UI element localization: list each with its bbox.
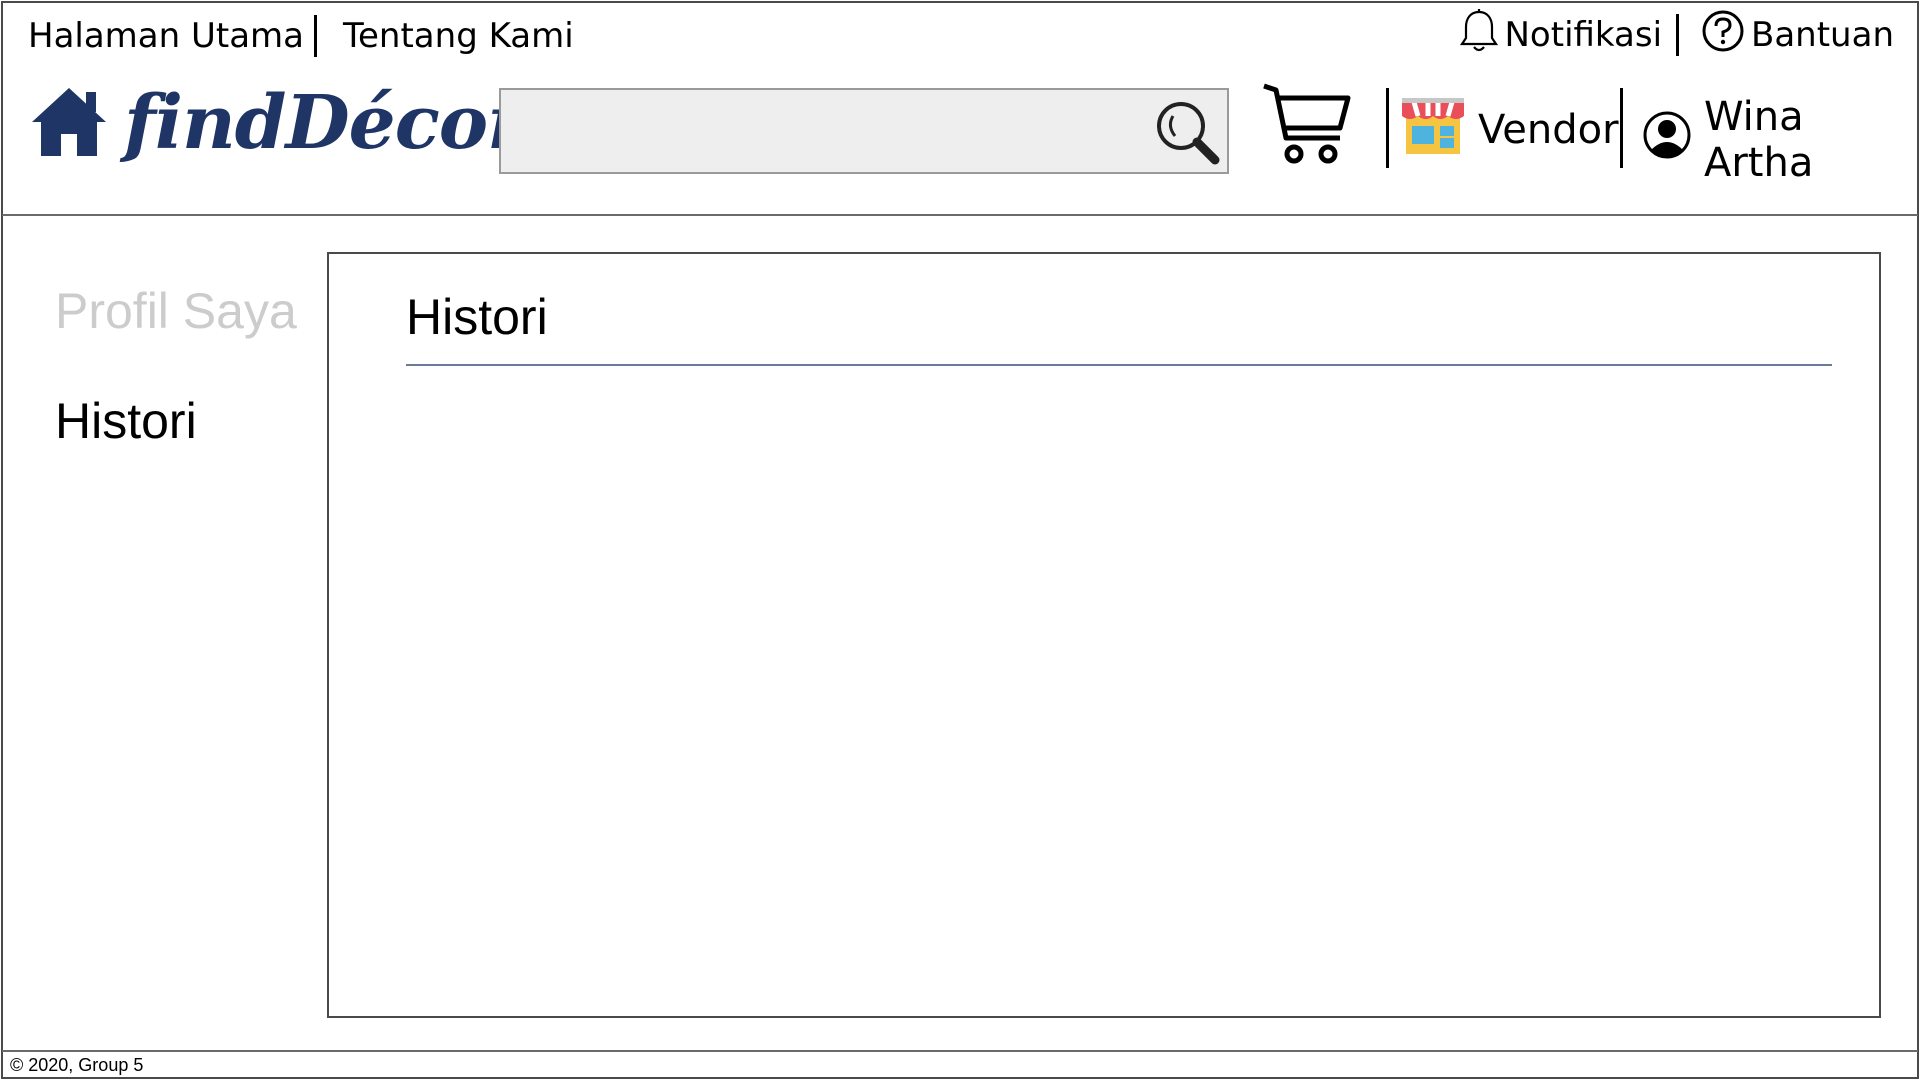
- history-panel: Histori: [327, 252, 1881, 1018]
- user-menu[interactable]: Wina Artha: [1642, 94, 1918, 186]
- help-link[interactable]: Bantuan: [1701, 9, 1894, 62]
- nav-link-home[interactable]: Halaman Utama: [28, 16, 304, 56]
- sidebar-item-history[interactable]: Histori: [55, 392, 197, 450]
- sidebar-item-profile[interactable]: Profil Saya: [55, 282, 297, 340]
- title-divider: [406, 364, 1832, 366]
- nav-link-about[interactable]: Tentang Kami: [343, 16, 574, 56]
- search-icon[interactable]: [1151, 96, 1223, 172]
- brand-name: findDécor: [124, 80, 526, 166]
- top-nav: Halaman Utama Tentang Kami: [28, 14, 574, 58]
- help-label: Bantuan: [1751, 15, 1894, 55]
- question-icon: [1701, 9, 1745, 62]
- user-name: Wina Artha: [1704, 94, 1814, 186]
- header: Halaman Utama Tentang Kami Notifikasi Ba…: [2, 2, 1918, 216]
- footer: © 2020, Group 5: [2, 1050, 1918, 1078]
- vendor-label: Vendor: [1478, 107, 1619, 153]
- logo[interactable]: findDécor: [28, 80, 526, 166]
- top-utilities: Notifikasi Bantuan: [1459, 8, 1894, 63]
- notifications-label: Notifikasi: [1504, 15, 1663, 55]
- user-circle-icon: [1642, 110, 1692, 170]
- store-icon: [1400, 94, 1466, 166]
- divider: [314, 15, 318, 57]
- bell-icon: [1459, 8, 1499, 63]
- divider: [1386, 88, 1389, 168]
- notifications-link[interactable]: Notifikasi: [1459, 8, 1663, 63]
- search-input[interactable]: [499, 88, 1229, 174]
- page-title: Histori: [406, 289, 548, 345]
- divider: [1620, 88, 1623, 168]
- copyright-text: © 2020, Group 5: [10, 1055, 144, 1075]
- vendor-link[interactable]: Vendor: [1400, 94, 1619, 166]
- home-icon: [28, 82, 110, 164]
- cart-icon[interactable]: [1260, 82, 1352, 172]
- divider: [1676, 14, 1680, 56]
